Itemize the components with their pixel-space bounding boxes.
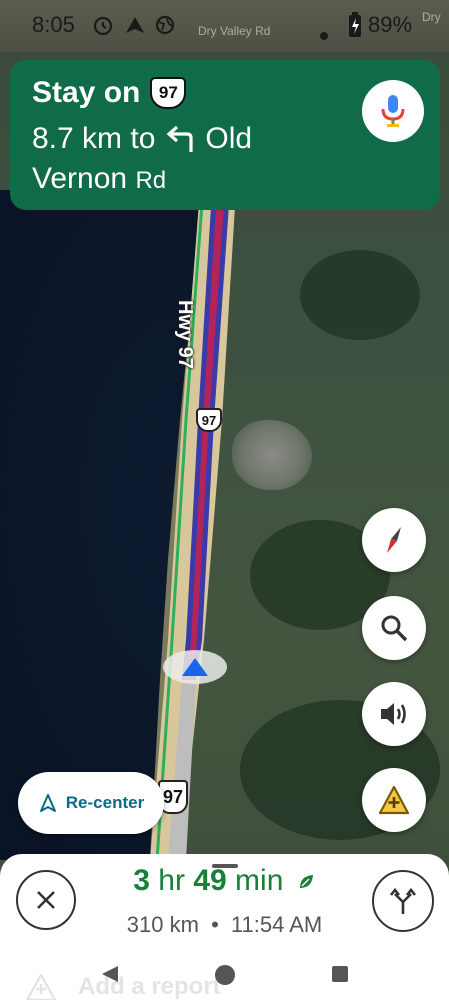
highway-shield-97: 97 (196, 408, 222, 432)
alarm-icon (92, 14, 114, 42)
dot-icon (320, 20, 328, 46)
arrival-time: 11:54 AM (230, 912, 323, 937)
highway-shield-icon: 97 (150, 77, 187, 109)
instruction-text: Stay on (32, 76, 141, 109)
battery-percent: 89% (368, 12, 413, 37)
battery-icon (348, 12, 362, 44)
globe-icon (154, 14, 176, 42)
status-time: 8:05 (32, 12, 75, 37)
recenter-button[interactable]: Re-center (18, 772, 164, 834)
navigation-instruction-banner[interactable]: Stay on 97 8.7 km to Old Vernon Rd (10, 60, 440, 210)
search-button[interactable] (362, 596, 426, 660)
recents-square-icon (332, 966, 348, 982)
instruction-line-3: Vernon Rd (32, 162, 166, 196)
eta-hours-unit: hr (158, 864, 185, 897)
highway-label: Hwy 97 (174, 300, 196, 369)
banner-shield-number: 97 (158, 83, 178, 102)
recenter-label: Re-center (65, 793, 145, 812)
instruction-line-2: 8.7 km to Old (32, 122, 252, 156)
street-name-part2: Vernon (32, 162, 128, 195)
navigation-notification-icon (124, 14, 146, 42)
eco-leaf-icon (299, 875, 313, 889)
compass-icon (387, 527, 401, 553)
eta-hours: 3 (133, 864, 150, 897)
street-suffix: Rd (135, 167, 167, 194)
system-navigation-bar (0, 950, 449, 1000)
navigation-arrow-outline-icon (39, 794, 56, 812)
street-name-part1: Old (205, 122, 253, 155)
recents-button[interactable] (330, 964, 350, 989)
add-report-icon (378, 785, 410, 815)
home-circle-icon (215, 965, 235, 985)
instruction-line-1: Stay on 97 (32, 76, 187, 110)
volume-icon (381, 703, 406, 725)
trip-distance: 310 km (126, 912, 199, 937)
back-button[interactable] (100, 964, 120, 989)
eta-minutes-unit: min (235, 864, 284, 897)
navigation-position-puck (163, 650, 227, 684)
back-triangle-icon (102, 966, 118, 982)
add-report-button[interactable] (362, 768, 426, 832)
voice-search-button[interactable] (362, 80, 424, 142)
distance-text: 8.7 km to (32, 122, 156, 155)
fork-route-icon (389, 887, 417, 914)
navigation-arrow-icon (182, 658, 208, 676)
eta-minutes: 49 (193, 864, 227, 897)
microphone-icon (381, 95, 405, 127)
search-icon (381, 615, 408, 642)
compass-button[interactable] (362, 508, 426, 572)
home-button[interactable] (214, 964, 236, 991)
sound-button[interactable] (362, 682, 426, 746)
turn-left-arrow-icon (166, 125, 193, 152)
trip-separator: • (211, 912, 219, 937)
alternate-routes-button[interactable] (372, 870, 434, 932)
status-bar: 8:05 89% (0, 0, 449, 52)
